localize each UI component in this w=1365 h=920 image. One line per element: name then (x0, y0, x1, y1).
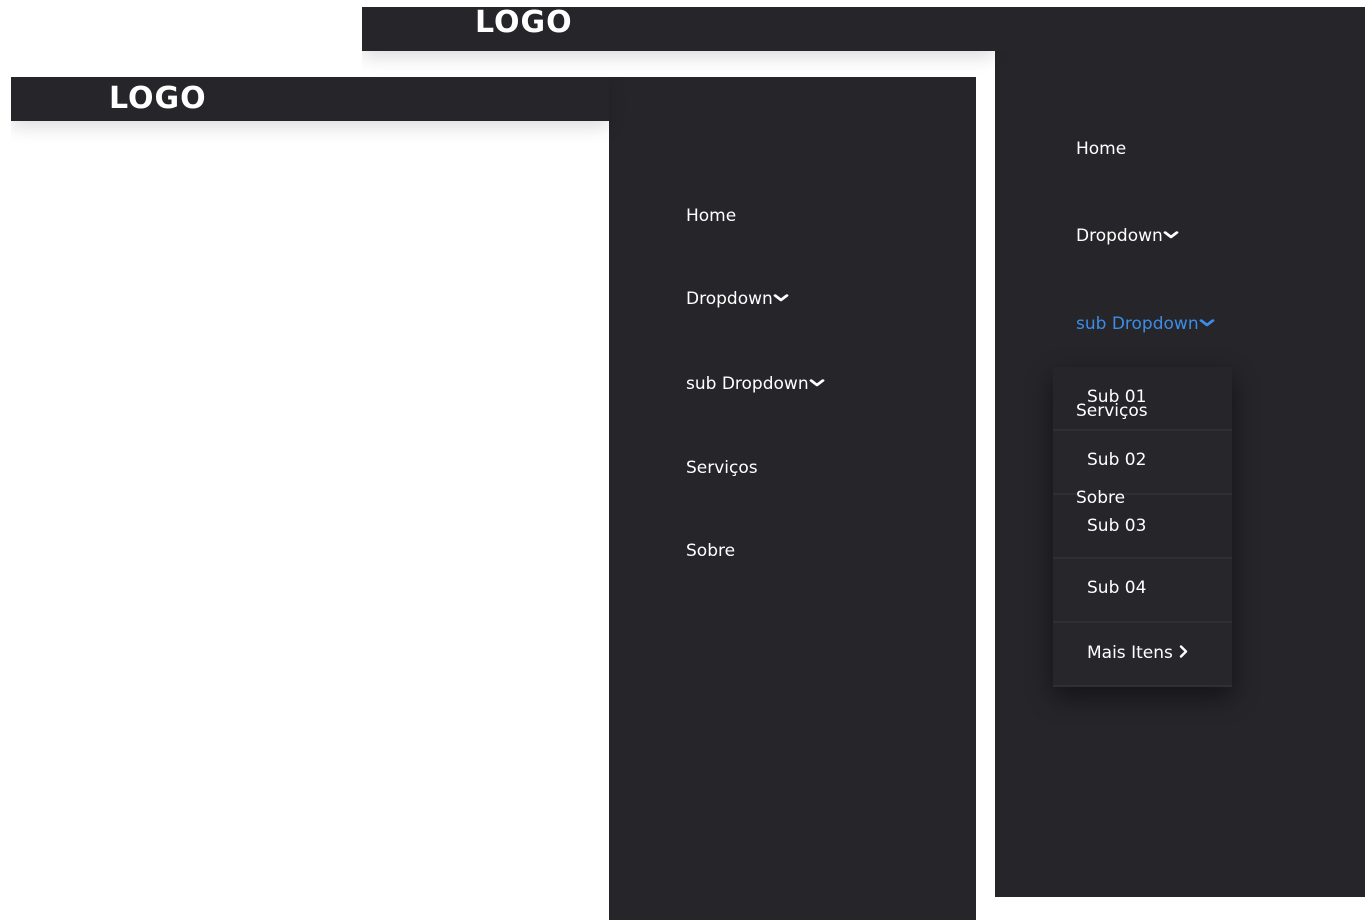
nav-sobre-behind[interactable]: Sobre (1076, 488, 1125, 508)
nav-home[interactable]: Home (1076, 139, 1126, 159)
chevron-down-icon (1163, 229, 1179, 242)
nav-dropdown-label: Dropdown (1076, 226, 1163, 246)
chevron-down-icon (809, 377, 825, 390)
site-header: LOGO (362, 7, 995, 51)
nav-dropdown[interactable]: Dropdown (686, 289, 789, 309)
nav-sobre[interactable]: Sobre (686, 541, 735, 561)
chevron-right-icon (1179, 643, 1188, 663)
nav-sub-dropdown-label: sub Dropdown (1076, 314, 1199, 334)
submenu-item-mais-itens[interactable]: Mais Itens (1053, 623, 1232, 687)
nav-sub-dropdown[interactable]: sub Dropdown (686, 374, 825, 394)
nav-home-label: Home (1076, 139, 1127, 159)
nav-home[interactable]: Home (686, 206, 736, 226)
site-header: LOGO (11, 77, 609, 121)
nav-servicos-behind[interactable]: Serviços (1076, 401, 1148, 421)
submenu-item-sub-04[interactable]: Sub 04 (1053, 559, 1232, 623)
nav-dropdown-label: Dropdown (686, 289, 773, 309)
nav-sobre-label: Sobre (686, 541, 736, 561)
submenu-item-sub-02[interactable]: Sub 02 (1053, 431, 1232, 495)
submenu-label: Sub 02 (1087, 450, 1147, 470)
nav-servicos[interactable]: Serviços (686, 458, 758, 478)
nav-sobre-label: Sobre (1076, 488, 1126, 508)
mobile-menu-closed-state: LOGO Home Dropdown sub Dropdown Serviços… (11, 77, 976, 920)
chevron-down-icon (773, 292, 789, 305)
nav-home-label: Home (686, 206, 737, 226)
nav-dropdown[interactable]: Dropdown (1076, 226, 1179, 246)
nav-servicos-label: Serviços (686, 458, 758, 478)
nav-sub-dropdown[interactable]: sub Dropdown (1076, 314, 1215, 334)
logo[interactable]: LOGO (109, 77, 207, 121)
submenu-label: Sub 04 (1087, 578, 1147, 598)
logo[interactable]: LOGO (475, 7, 573, 45)
submenu-label: Mais Itens (1087, 643, 1173, 663)
nav-servicos-label: Serviços (1076, 401, 1148, 421)
chevron-down-icon (1199, 317, 1215, 330)
nav-sub-dropdown-label: sub Dropdown (686, 374, 809, 394)
screenshot-canvas: LOGO Home Dropdown sub Dropdown Serviços (0, 0, 1365, 920)
nav-panel-top (995, 7, 1365, 51)
nav-panel: Home Dropdown sub Dropdown Serviços Sobr… (609, 77, 976, 920)
submenu-label: Sub 03 (1087, 516, 1147, 536)
submenu-item-sub-01[interactable]: Sub 01 (1053, 367, 1232, 431)
